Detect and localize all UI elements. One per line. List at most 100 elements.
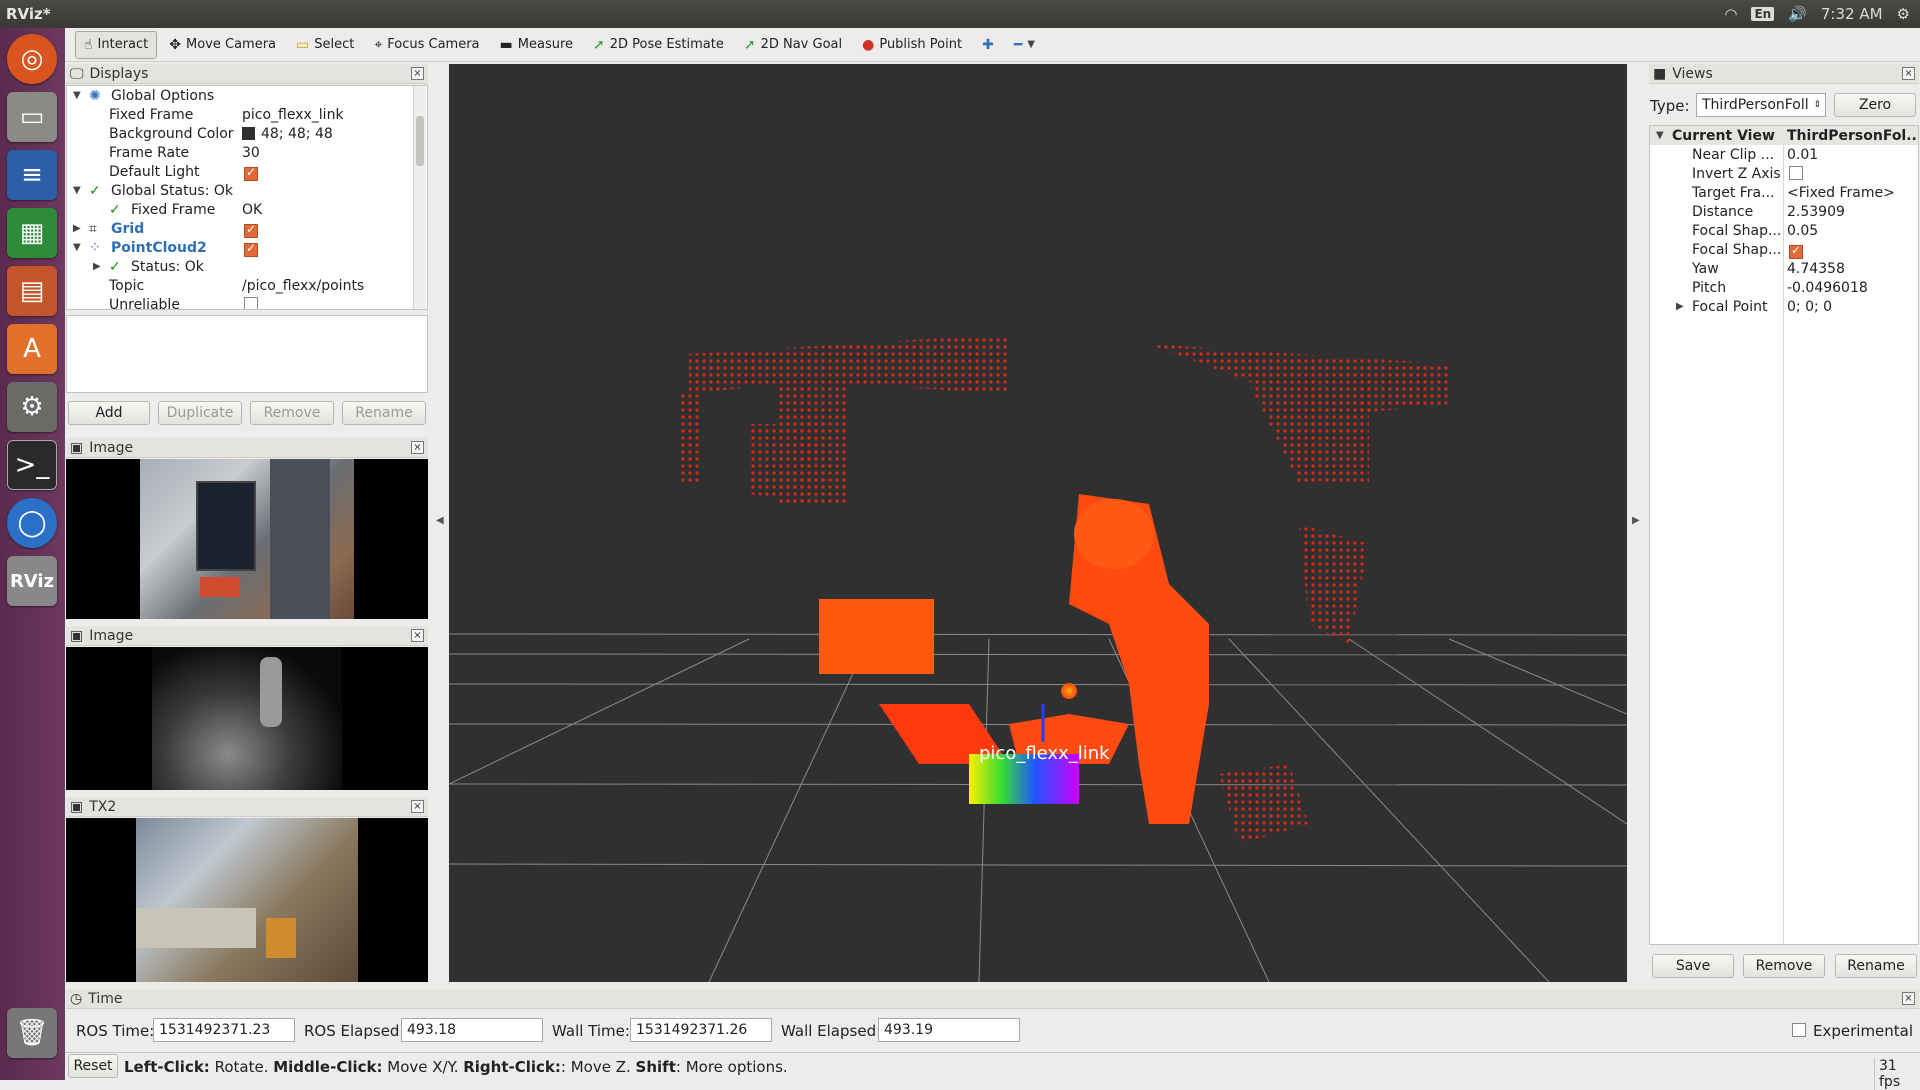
ubuntu-dash-icon[interactable]: ◎: [7, 34, 57, 84]
pointcloud-icon: ⁘: [89, 239, 101, 256]
default-light-checkbox[interactable]: [244, 165, 258, 181]
tree-row-fixed-frame[interactable]: Fixed Frame pico_flexx_link: [67, 105, 427, 124]
chevron-down-icon[interactable]: ▼: [1656, 130, 1664, 141]
image-panel-1-view[interactable]: [66, 459, 428, 619]
chevron-down-icon[interactable]: ▼: [73, 90, 81, 101]
tree-row-global-options[interactable]: ▼ ✺ Global Options: [67, 86, 427, 105]
rename-view-button[interactable]: Rename: [1835, 954, 1917, 978]
displays-tree[interactable]: ▼ ✺ Global Options Fixed Frame pico_flex…: [66, 85, 428, 310]
experimental-checkbox[interactable]: [1792, 1023, 1806, 1037]
tree-row-global-status[interactable]: ▼ ✓ Global Status: Ok: [67, 181, 427, 200]
trash-icon[interactable]: 🗑: [7, 1008, 57, 1058]
rename-display-button[interactable]: Rename: [342, 401, 426, 425]
scrollbar-thumb[interactable]: [416, 116, 424, 166]
view-row-focal-shape-fixed[interactable]: Focal Shap...: [1650, 240, 1918, 259]
tool-publish-point[interactable]: ● Publish Point: [854, 31, 970, 59]
volume-icon[interactable]: 🔊: [1788, 5, 1807, 23]
tool-2d-pose-estimate[interactable]: ➚ 2D Pose Estimate: [585, 31, 732, 59]
chevron-right-icon[interactable]: ▶: [73, 223, 81, 234]
view-type-dropdown[interactable]: ThirdPersonFoll ⇕: [1696, 93, 1826, 117]
add-display-button[interactable]: Add: [68, 401, 150, 425]
view-row-pitch[interactable]: Pitch -0.0496018: [1650, 278, 1918, 297]
files-icon[interactable]: ▭: [7, 92, 57, 142]
view-row-invert-z[interactable]: Invert Z Axis: [1650, 164, 1918, 183]
terminal-icon[interactable]: >_: [7, 440, 57, 490]
close-icon[interactable]: ×: [411, 441, 424, 454]
ros-elapsed-label: ROS Elapsed:: [304, 1022, 405, 1040]
view-row-distance[interactable]: Distance 2.53909: [1650, 202, 1918, 221]
view-row-focal-point[interactable]: ▶ Focal Point 0; 0; 0: [1650, 297, 1918, 316]
gear-icon[interactable]: ⚙: [1897, 5, 1910, 23]
unreliable-checkbox[interactable]: [244, 297, 258, 309]
close-icon[interactable]: ×: [1902, 67, 1915, 80]
globe-icon: ✺: [89, 87, 101, 104]
view-row-focal-shape-size[interactable]: Focal Shap... 0.05: [1650, 221, 1918, 240]
grid-enabled-checkbox[interactable]: [244, 222, 258, 238]
view-row-yaw[interactable]: Yaw 4.74358: [1650, 259, 1918, 278]
close-icon[interactable]: ×: [1902, 992, 1915, 1005]
wifi-icon[interactable]: ◠: [1724, 5, 1737, 23]
tree-row-topic[interactable]: Topic /pico_flexx/points: [67, 276, 427, 295]
chevron-down-icon[interactable]: ▼: [73, 185, 81, 196]
close-icon[interactable]: ×: [411, 629, 424, 642]
close-icon[interactable]: ×: [411, 800, 424, 813]
tool-focus-camera[interactable]: ⌖ Focus Camera: [366, 31, 487, 59]
wall-elapsed-field[interactable]: 493.19: [878, 1018, 1020, 1042]
tool-interact[interactable]: ☝ Interact: [75, 30, 158, 59]
impress-icon[interactable]: ▤: [7, 266, 57, 316]
pointcloud-enabled-checkbox[interactable]: [244, 241, 258, 257]
ros-time-field[interactable]: 1531492371.23: [153, 1018, 295, 1042]
view-row-near-clip[interactable]: Near Clip ... 0.01: [1650, 145, 1918, 164]
crosshair-icon: ⌖: [374, 36, 383, 53]
software-center-icon[interactable]: A: [7, 324, 57, 374]
left-splitter-arrow[interactable]: ◀: [436, 515, 444, 526]
image-panel-2-view[interactable]: [66, 647, 428, 790]
tree-row-background-color[interactable]: Background Color 48; 48; 48: [67, 124, 427, 143]
wall-time-field[interactable]: 1531492371.26: [630, 1018, 772, 1042]
views-tree[interactable]: ▼ Current View ThirdPersonFol... Near Cl…: [1649, 125, 1919, 945]
invert-z-checkbox[interactable]: [1789, 166, 1803, 180]
writer-icon[interactable]: ≡: [7, 150, 57, 200]
displays-scrollbar[interactable]: [413, 86, 426, 309]
3d-viewport[interactable]: pico_flexx_link: [449, 64, 1627, 982]
tree-row-frame-rate[interactable]: Frame Rate 30: [67, 143, 427, 162]
tool-measure[interactable]: ▬ Measure: [492, 31, 581, 59]
reset-button[interactable]: Reset: [68, 1054, 118, 1078]
tree-row-default-light[interactable]: Default Light: [67, 162, 427, 181]
color-swatch[interactable]: [242, 127, 255, 140]
clock[interactable]: 7:32 AM: [1821, 5, 1883, 23]
calc-icon[interactable]: ▦: [7, 208, 57, 258]
tree-row-pointcloud-status[interactable]: ▶ ✓ Status: Ok: [67, 257, 427, 276]
remove-view-button[interactable]: Remove: [1743, 954, 1825, 978]
image-icon: ▣: [70, 439, 84, 456]
tool-2d-nav-goal[interactable]: ➚ 2D Nav Goal: [736, 31, 850, 59]
time-panel-header: ◷ Time ×: [66, 989, 1919, 1009]
add-tool-button[interactable]: ✚: [974, 31, 1002, 59]
remove-tool-button[interactable]: ━ ▼: [1006, 31, 1043, 59]
chevron-right-icon[interactable]: ▶: [93, 261, 101, 272]
chevron-down-icon[interactable]: ▼: [73, 242, 81, 253]
view-row-target-frame[interactable]: Target Fra... <Fixed Frame>: [1650, 183, 1918, 202]
tree-row-grid[interactable]: ▶ ⌗ Grid: [67, 219, 427, 238]
right-splitter-arrow[interactable]: ▶: [1632, 515, 1640, 526]
ros-elapsed-field[interactable]: 493.18: [401, 1018, 543, 1042]
current-view-row[interactable]: ▼ Current View ThirdPersonFol...: [1650, 126, 1918, 145]
tree-row-unreliable[interactable]: Unreliable: [67, 295, 427, 309]
tree-row-fixed-frame-status[interactable]: ✓ Fixed Frame OK: [67, 200, 427, 219]
rviz-icon[interactable]: RViz: [7, 556, 57, 606]
remove-display-button[interactable]: Remove: [250, 401, 334, 425]
tool-move-camera[interactable]: ✥ Move Camera: [161, 31, 284, 59]
settings-icon[interactable]: ⚙: [7, 382, 57, 432]
focal-shape-checkbox[interactable]: [1789, 243, 1803, 259]
chromium-icon[interactable]: ◯: [7, 498, 57, 548]
close-icon[interactable]: ×: [411, 67, 424, 80]
image-icon: ▣: [70, 627, 84, 644]
save-view-button[interactable]: Save: [1652, 954, 1734, 978]
chevron-right-icon[interactable]: ▶: [1676, 301, 1684, 312]
tx2-panel-view[interactable]: [66, 818, 428, 982]
tool-select[interactable]: ▭ Select: [288, 31, 362, 59]
tree-row-pointcloud2[interactable]: ▼ ⁘ PointCloud2: [67, 238, 427, 257]
zero-button[interactable]: Zero: [1834, 93, 1916, 117]
duplicate-display-button[interactable]: Duplicate: [158, 401, 242, 425]
keyboard-layout-indicator[interactable]: En: [1751, 7, 1775, 21]
